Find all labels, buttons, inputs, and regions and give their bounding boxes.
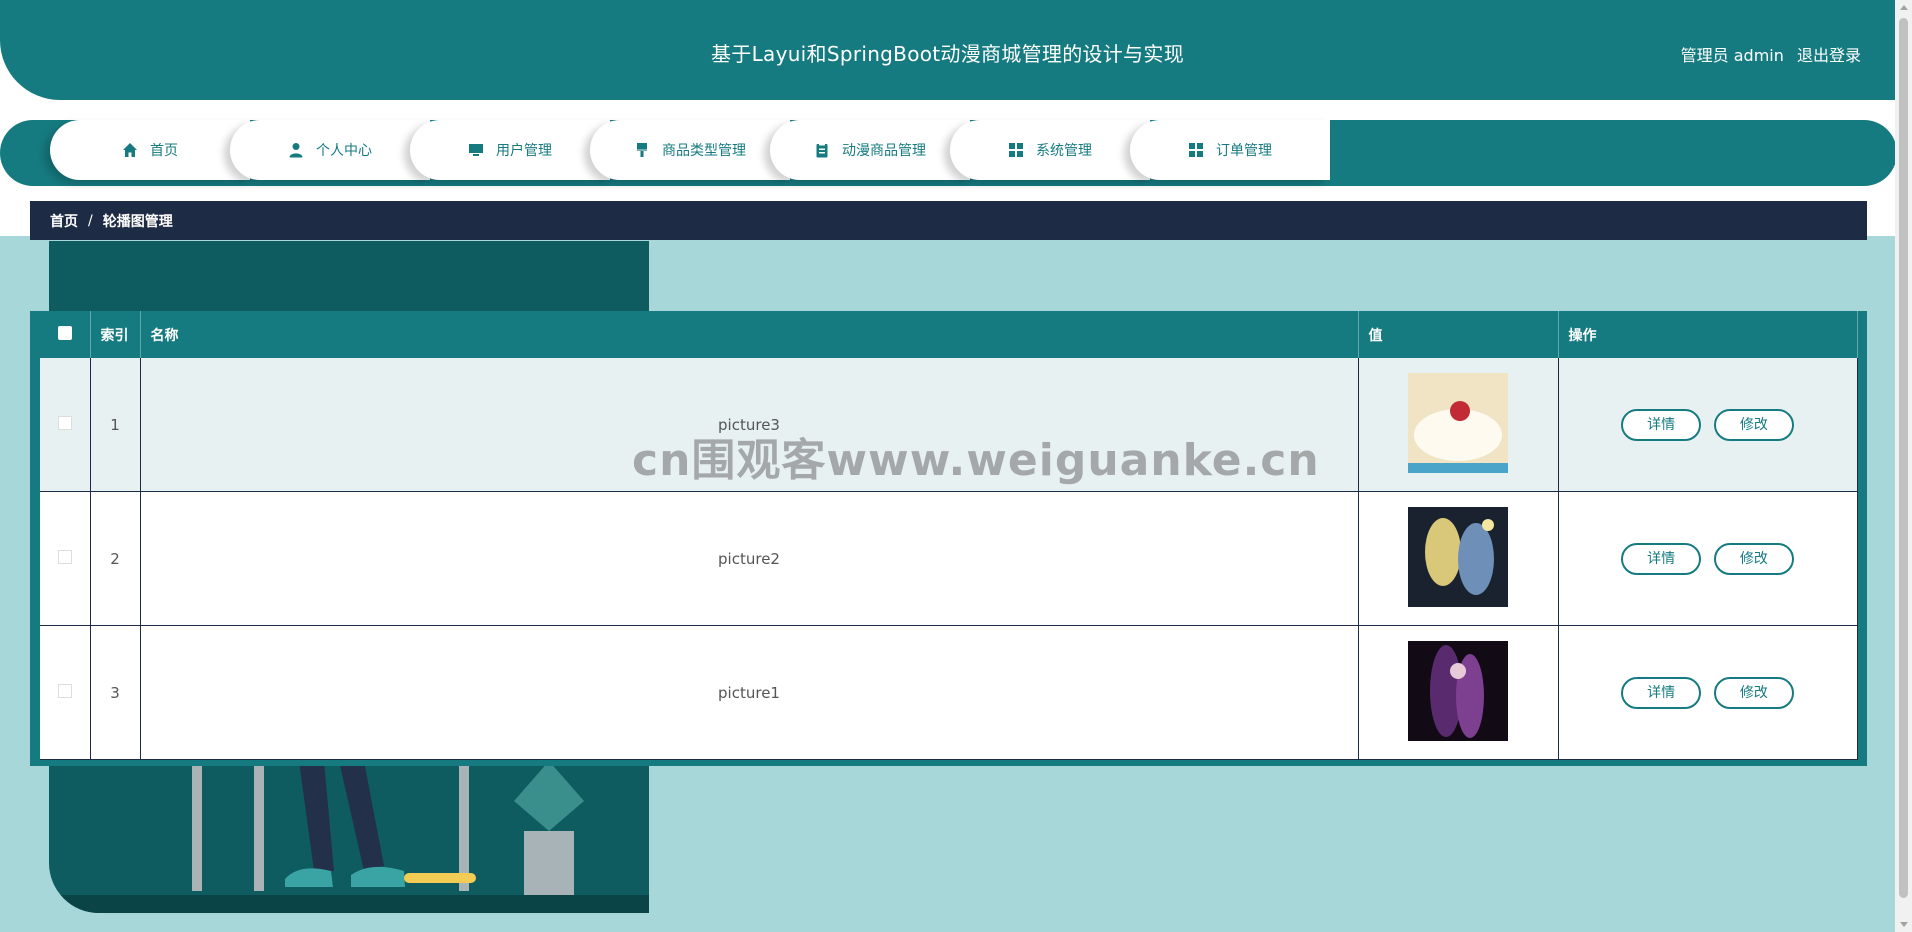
home-icon xyxy=(123,143,137,157)
carousel-table: 索引 名称 值 操作 1 picture3 详情 修改 2 picture2 详… xyxy=(40,311,1858,760)
breadcrumb-current: 轮播图管理 xyxy=(102,213,173,230)
breadcrumb-home[interactable]: 首页 xyxy=(50,211,78,231)
row-index: 2 xyxy=(90,491,141,626)
row-checkbox[interactable] xyxy=(57,415,72,430)
select-all-checkbox[interactable] xyxy=(57,325,72,340)
detail-button[interactable]: 详情 xyxy=(1621,408,1702,441)
row-checkbox[interactable] xyxy=(57,683,72,698)
nav-item-home[interactable]: 首页 xyxy=(50,120,250,180)
user-area: 管理员 admin 退出登录 xyxy=(1673,42,1861,66)
carousel-image-thumbnail xyxy=(1408,372,1508,473)
detail-button[interactable]: 详情 xyxy=(1621,676,1702,709)
nav-label: 首页 xyxy=(150,143,178,159)
table-header-row: 索引 名称 值 操作 xyxy=(40,311,1858,358)
admin-user-label: 管理员 admin xyxy=(1680,46,1784,65)
monitor-icon xyxy=(469,144,483,156)
detail-button[interactable]: 详情 xyxy=(1621,542,1702,575)
nav-label: 用户管理 xyxy=(496,143,552,159)
grid-icon xyxy=(1189,143,1203,157)
nav-label: 商品类型管理 xyxy=(662,143,746,159)
brush-icon xyxy=(637,143,647,157)
grid-icon xyxy=(1009,143,1023,157)
breadcrumb: 首页 / 轮播图管理 xyxy=(30,201,1867,240)
nav-item-anime-products[interactable]: 动漫商品管理 xyxy=(770,120,970,180)
nav-item-product-types[interactable]: 商品类型管理 xyxy=(590,120,790,180)
nav-item-users[interactable]: 用户管理 xyxy=(410,120,610,180)
scroll-up-arrow[interactable] xyxy=(1900,5,1908,10)
edit-button[interactable]: 修改 xyxy=(1713,542,1794,575)
user-icon xyxy=(289,143,303,158)
header: 基于Layui和SpringBoot动漫商城管理的设计与实现 管理员 admin… xyxy=(0,0,1895,100)
column-header-value: 值 xyxy=(1358,311,1559,358)
nav-item-system[interactable]: 系统管理 xyxy=(950,120,1150,180)
edit-button[interactable]: 修改 xyxy=(1713,408,1794,441)
nav-label: 系统管理 xyxy=(1036,143,1092,159)
column-header-actions: 操作 xyxy=(1558,311,1858,358)
logout-link[interactable]: 退出登录 xyxy=(1797,46,1861,65)
nav-item-profile[interactable]: 个人中心 xyxy=(230,120,430,180)
column-header-name: 名称 xyxy=(140,311,1359,358)
row-index: 1 xyxy=(90,358,141,492)
scroll-thumb[interactable] xyxy=(1899,18,1908,898)
app-title: 基于Layui和SpringBoot动漫商城管理的设计与实现 xyxy=(710,42,1185,66)
edit-button[interactable]: 修改 xyxy=(1713,676,1794,709)
carousel-image-thumbnail xyxy=(1408,640,1508,741)
row-name: picture1 xyxy=(140,625,1359,760)
nav-label: 订单管理 xyxy=(1216,143,1272,159)
row-name: picture2 xyxy=(140,491,1359,626)
nav-label: 动漫商品管理 xyxy=(842,143,926,159)
breadcrumb-separator: / xyxy=(88,212,93,229)
row-checkbox[interactable] xyxy=(57,549,72,564)
row-name: picture3 xyxy=(140,358,1359,492)
carousel-image-thumbnail xyxy=(1408,506,1508,607)
column-header-index: 索引 xyxy=(90,311,141,358)
carousel-table-panel: 索引 名称 值 操作 1 picture3 详情 修改 2 picture2 详… xyxy=(30,311,1867,766)
table-row: 2 picture2 详情 修改 xyxy=(40,491,1858,626)
row-index: 3 xyxy=(90,625,141,760)
table-row: 3 picture1 详情 修改 xyxy=(40,625,1858,760)
page-scrollbar[interactable] xyxy=(1895,0,1912,932)
clipboard-icon xyxy=(816,142,828,158)
nav-item-orders[interactable]: 订单管理 xyxy=(1130,120,1330,180)
main-nav: 首页 个人中心 用户管理 商品类型管理 动漫商品管理 系统管理 订单管理 xyxy=(0,120,1897,186)
scroll-down-arrow[interactable] xyxy=(1900,922,1908,927)
table-row: 1 picture3 详情 修改 xyxy=(40,358,1858,492)
nav-label: 个人中心 xyxy=(316,143,372,159)
